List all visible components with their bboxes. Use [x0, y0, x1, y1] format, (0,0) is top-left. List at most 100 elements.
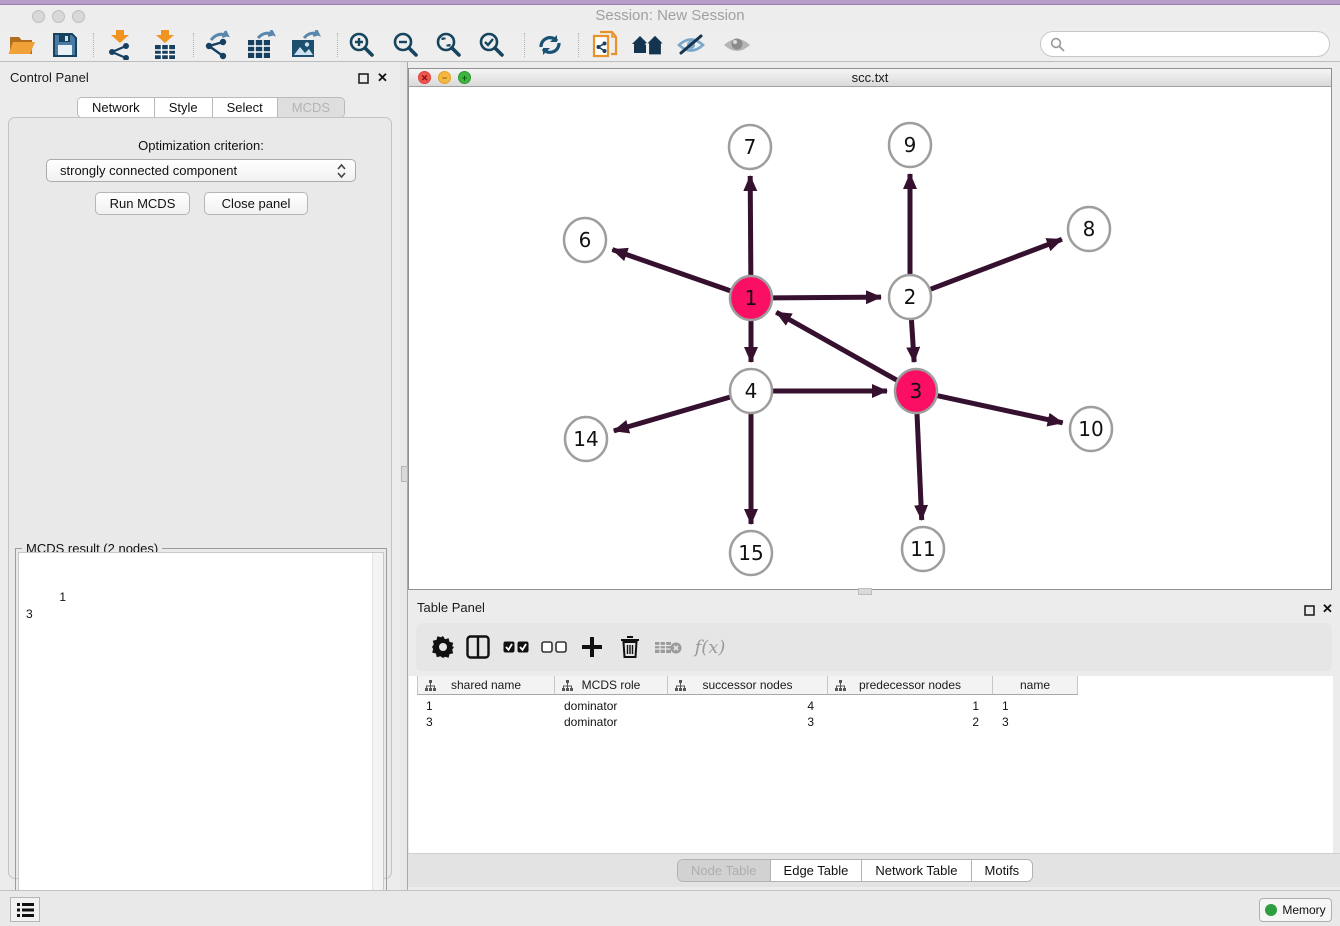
memory-button[interactable]: Memory [1259, 898, 1332, 922]
tab-node-table[interactable]: Node Table [678, 860, 771, 881]
network-graph-canvas[interactable]: 7 9 6 8 1 2 4 3 14 10 15 11 [409, 87, 1331, 589]
table-cell[interactable]: dominator [555, 714, 668, 730]
edge-2-3[interactable] [911, 319, 914, 362]
table-cell[interactable]: 3 [993, 714, 1078, 730]
tab-style[interactable]: Style [155, 98, 213, 117]
add-column-button[interactable] [576, 632, 608, 662]
show-panels-button[interactable] [10, 897, 40, 922]
window-zoom-button[interactable] [72, 10, 85, 23]
float-table-panel-icon[interactable] [1304, 603, 1315, 621]
float-panel-icon[interactable] [358, 71, 369, 89]
edge-3-1[interactable] [776, 312, 897, 380]
criterion-select[interactable]: strongly connected component [46, 159, 356, 182]
table-cell[interactable]: 1 [993, 698, 1078, 714]
horizontal-splitter-grip[interactable] [858, 588, 872, 595]
home-button[interactable] [629, 29, 667, 60]
run-mcds-button[interactable]: Run MCDS [95, 192, 190, 215]
column-header-successor-nodes[interactable]: successor nodes [668, 676, 828, 695]
node-table[interactable]: shared nameMCDS rolesuccessor nodesprede… [409, 676, 1333, 853]
export-network-button[interactable] [199, 29, 237, 60]
mcds-result-textarea[interactable]: 1 3 [18, 552, 384, 923]
edge-3-10[interactable] [937, 396, 1062, 423]
column-header-name[interactable]: name [993, 676, 1078, 695]
edge-1-6[interactable] [612, 250, 730, 291]
window-close-button[interactable] [32, 10, 45, 23]
graph-node-4[interactable]: 4 [730, 369, 772, 413]
tab-select[interactable]: Select [213, 98, 278, 117]
table-cell[interactable]: dominator [555, 698, 668, 714]
svg-text:11: 11 [910, 537, 935, 561]
network-minimize-icon[interactable]: − [438, 71, 451, 84]
edge-1-2[interactable] [773, 297, 881, 298]
table-cell[interactable]: 3 [417, 714, 555, 730]
split-view-button[interactable] [462, 632, 494, 662]
window-minimize-button[interactable] [52, 10, 65, 23]
zoom-selected-icon [478, 31, 506, 59]
column-header-shared-name[interactable]: shared name [417, 676, 555, 695]
function-builder-button[interactable]: f(x) [688, 632, 732, 662]
eye-slash-icon [676, 33, 706, 57]
tab-edge-table[interactable]: Edge Table [771, 860, 863, 881]
open-session-button[interactable] [3, 29, 41, 60]
hide-selected-button[interactable] [672, 29, 710, 60]
graph-node-7[interactable]: 7 [729, 125, 771, 169]
graph-node-8[interactable]: 8 [1068, 207, 1110, 251]
delete-column-button[interactable] [614, 632, 646, 662]
export-network-icon [203, 30, 233, 60]
network-window-titlebar[interactable]: ✕ − + scc.txt [409, 69, 1331, 87]
vertical-splitter[interactable] [400, 62, 408, 890]
edge-4-14[interactable] [614, 397, 730, 431]
graph-node-1[interactable]: 1 [730, 276, 772, 320]
edge-3-11[interactable] [917, 413, 922, 520]
tab-network-table[interactable]: Network Table [862, 860, 971, 881]
show-all-button[interactable] [718, 29, 756, 60]
column-header-predecessor-nodes[interactable]: predecessor nodes [828, 676, 993, 695]
close-panel-icon[interactable]: ✕ [377, 70, 388, 86]
close-panel-button[interactable]: Close panel [204, 192, 308, 215]
select-all-button[interactable] [500, 632, 532, 662]
tab-network[interactable]: Network [78, 98, 155, 117]
search-input[interactable] [1040, 31, 1330, 57]
zoom-out-button[interactable] [387, 29, 425, 60]
splitter-grip[interactable] [401, 466, 408, 482]
save-session-button[interactable] [46, 29, 84, 60]
tab-mcds[interactable]: MCDS [278, 98, 344, 117]
column-settings-button[interactable] [427, 632, 459, 662]
graph-node-6[interactable]: 6 [564, 218, 606, 262]
tab-motifs[interactable]: Motifs [972, 860, 1033, 881]
table-cell[interactable]: 2 [828, 714, 993, 730]
export-table-button[interactable] [243, 29, 281, 60]
graph-node-2[interactable]: 2 [889, 275, 931, 319]
import-table-button[interactable] [146, 29, 184, 60]
table-cell[interactable]: 1 [828, 698, 993, 714]
deselect-all-button[interactable] [538, 632, 570, 662]
column-header-MCDS-role[interactable]: MCDS role [555, 676, 668, 695]
edge-2-8[interactable] [931, 239, 1062, 289]
import-network-icon [106, 30, 134, 60]
edge-1-7[interactable] [750, 176, 751, 276]
refresh-view-button[interactable] [531, 29, 569, 60]
zoom-fit-button[interactable] [430, 29, 468, 60]
new-network-from-selection-button[interactable] [586, 29, 624, 60]
export-image-button[interactable] [287, 29, 325, 60]
close-table-panel-icon[interactable]: ✕ [1322, 601, 1333, 617]
network-maximize-icon[interactable]: + [458, 71, 471, 84]
graph-node-9[interactable]: 9 [889, 123, 931, 167]
graph-node-15[interactable]: 15 [730, 531, 772, 575]
graph-node-10[interactable]: 10 [1070, 407, 1112, 451]
graph-node-3[interactable]: 3 [895, 369, 937, 413]
graph-node-14[interactable]: 14 [565, 417, 607, 461]
network-close-icon[interactable]: ✕ [418, 71, 431, 84]
table-cell[interactable]: 3 [668, 714, 828, 730]
delete-table-button[interactable] [652, 632, 684, 662]
import-network-button[interactable] [101, 29, 139, 60]
table-toolbar: f(x) [416, 623, 1332, 671]
scrollbar-track[interactable] [372, 553, 383, 922]
table-cell[interactable]: 4 [668, 698, 828, 714]
graph-node-11[interactable]: 11 [902, 527, 944, 571]
zoom-selected-button[interactable] [473, 29, 511, 60]
list-icon [17, 903, 34, 917]
svg-text:14: 14 [573, 427, 598, 451]
zoom-in-button[interactable] [343, 29, 381, 60]
table-cell[interactable]: 1 [417, 698, 555, 714]
